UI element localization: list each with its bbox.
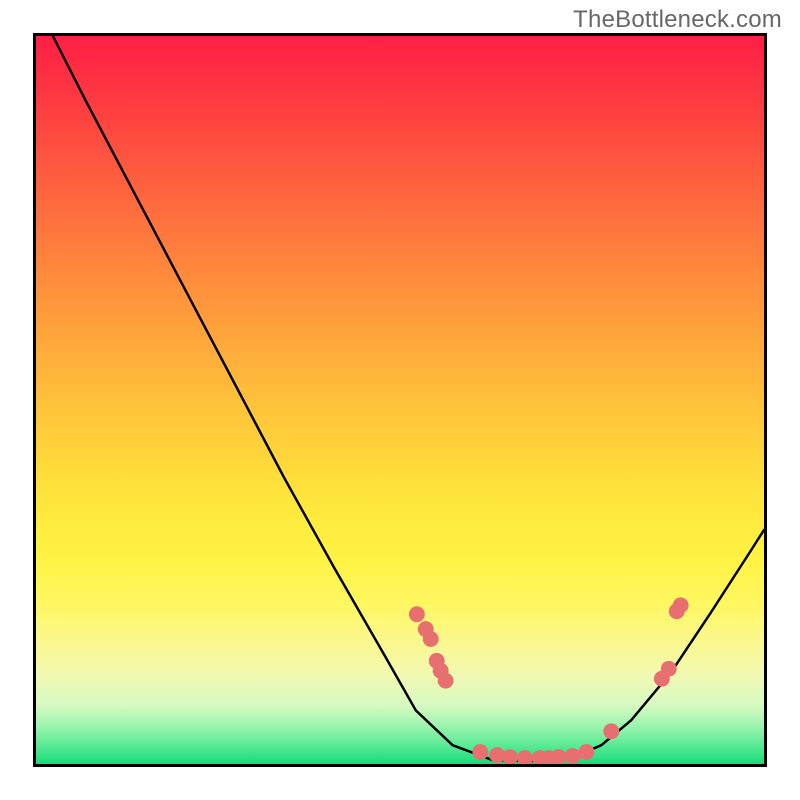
bottleneck-curve	[53, 36, 764, 761]
data-point	[565, 748, 581, 764]
data-point	[409, 606, 425, 622]
watermark-text: TheBottleneck.com	[573, 6, 782, 34]
data-point	[502, 749, 518, 764]
data-point	[517, 750, 533, 764]
curve-layer	[36, 36, 764, 764]
data-point	[438, 673, 454, 689]
data-point	[661, 661, 677, 677]
data-point	[673, 597, 689, 613]
data-point	[472, 744, 488, 760]
data-point	[579, 744, 595, 760]
data-point	[423, 631, 439, 647]
data-point	[551, 749, 567, 764]
data-markers	[409, 597, 689, 764]
chart-container: TheBottleneck.com	[0, 0, 800, 800]
data-point	[603, 723, 619, 739]
plot-area	[33, 33, 767, 767]
